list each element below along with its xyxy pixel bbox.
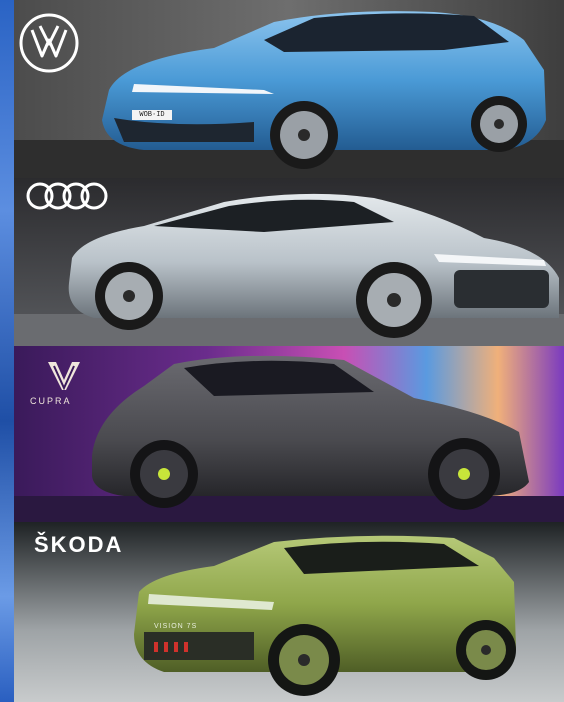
cupra-logo-icon [48, 362, 80, 391]
vw-car-image [14, 0, 564, 178]
vw-logo-icon [19, 13, 79, 73]
skoda-wordmark: ŠKODA [34, 532, 124, 557]
audi-panel [14, 178, 564, 346]
cupra-panel: CUPRA [14, 346, 564, 522]
page-left-edge [0, 0, 14, 702]
cupra-car-image [14, 346, 564, 522]
audi-rings-logo-icon [26, 182, 108, 210]
cupra-wordmark: CUPRA [30, 396, 72, 406]
skoda-model-badge: VISION 7S [154, 623, 198, 630]
skoda-panel: ŠKODA VISION 7S [14, 522, 564, 702]
vw-panel: WOB·ID 74E [14, 0, 564, 178]
vw-license-plate: WOB·ID 74E [139, 111, 165, 119]
